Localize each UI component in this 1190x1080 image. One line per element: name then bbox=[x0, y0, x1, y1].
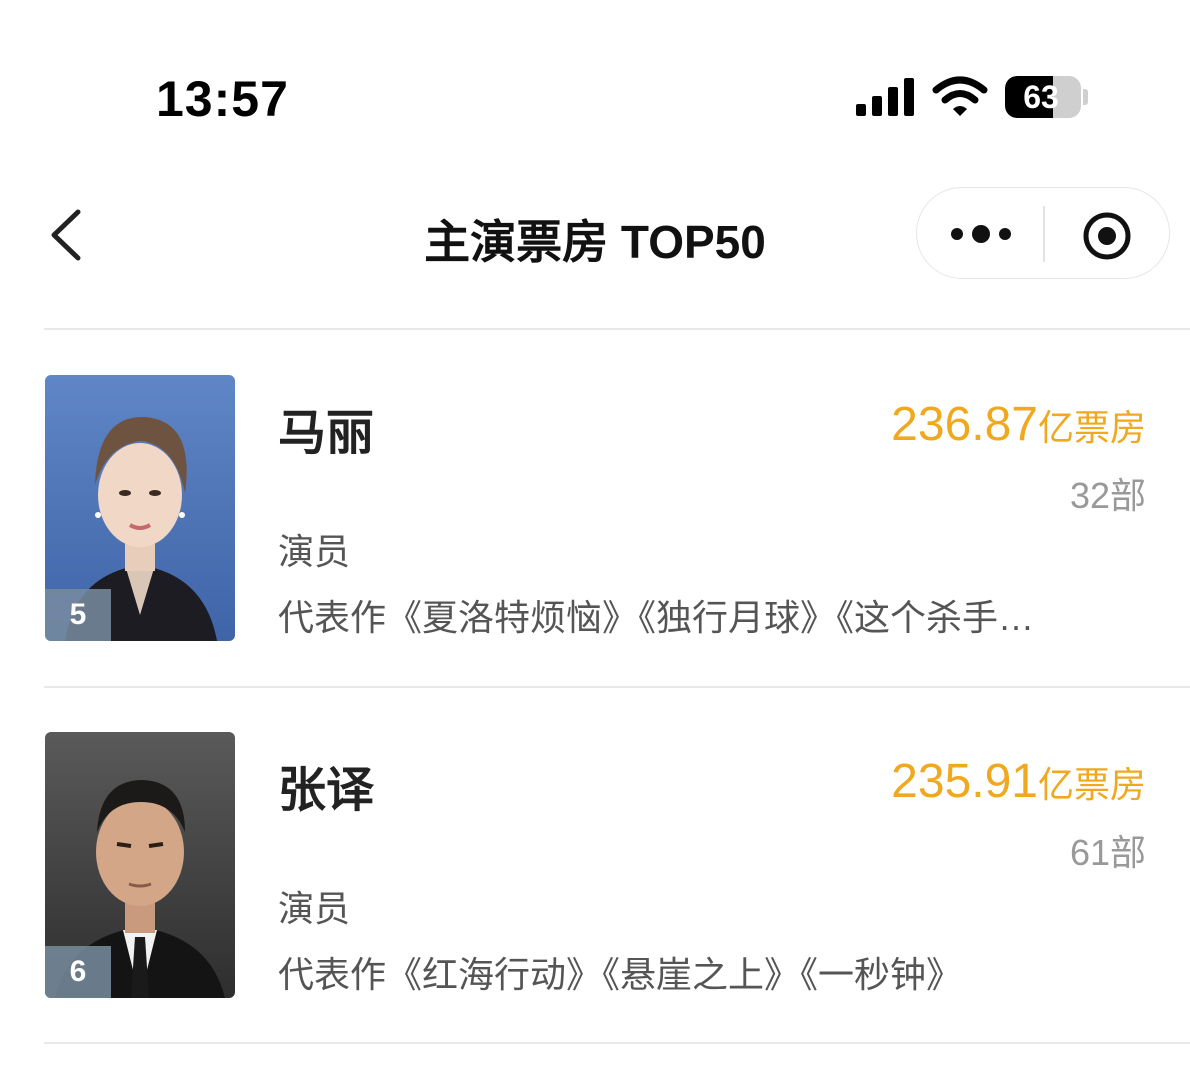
row-divider bbox=[44, 1042, 1190, 1044]
row-divider bbox=[44, 686, 1190, 688]
film-count: 32部 bbox=[1069, 475, 1146, 516]
actor-name: 马丽 bbox=[278, 407, 375, 460]
header-divider bbox=[44, 328, 1190, 330]
battery-level-text: 63 bbox=[1023, 78, 1059, 115]
actor-role: 演员 bbox=[278, 531, 351, 572]
representative-works: 代表作《红海行动》《悬崖之上》《一秒钟》 bbox=[278, 954, 963, 995]
box-office-value: 236.87 bbox=[891, 398, 1038, 451]
list-item[interactable]: 6 张译 235.91亿票房 61部 演员 代表作《红海行动》《悬崖之上》《一秒… bbox=[0, 732, 1190, 998]
mini-program-capsule bbox=[916, 187, 1170, 279]
battery-indicator: 63 bbox=[1005, 76, 1081, 118]
film-count: 61部 bbox=[1069, 832, 1146, 873]
capsule-divider bbox=[1043, 206, 1045, 262]
cellular-signal-icon bbox=[856, 78, 914, 116]
status-time: 13:57 bbox=[156, 71, 289, 127]
more-dots-icon[interactable] bbox=[937, 214, 1025, 254]
actor-photo: 6 bbox=[45, 732, 235, 998]
list-item[interactable]: 5 马丽 236.87亿票房 32部 演员 代表作《夏洛特烦恼》《独行月球》《这… bbox=[0, 375, 1190, 641]
actor-role: 演员 bbox=[278, 888, 351, 929]
box-office-value: 235.91 bbox=[891, 755, 1038, 808]
actor-photo: 5 bbox=[45, 375, 235, 641]
box-office-unit: 亿票房 bbox=[1037, 764, 1146, 805]
app-page: 13:57 63 主演票房 TOP50 5 马丽 236.87亿票房 32部 演… bbox=[0, 0, 1190, 1080]
rank-badge: 5 bbox=[45, 589, 111, 641]
rank-badge: 6 bbox=[45, 946, 111, 998]
box-office-unit: 亿票房 bbox=[1037, 407, 1146, 448]
target-circle-icon[interactable] bbox=[1081, 210, 1133, 262]
battery-cap bbox=[1083, 89, 1088, 105]
box-office: 236.87亿票房 bbox=[891, 397, 1146, 452]
wifi-icon bbox=[932, 76, 988, 116]
box-office: 235.91亿票房 bbox=[891, 754, 1146, 809]
actor-name: 张译 bbox=[278, 764, 375, 817]
representative-works: 代表作《夏洛特烦恼》《独行月球》《这个杀手… bbox=[278, 597, 1035, 638]
